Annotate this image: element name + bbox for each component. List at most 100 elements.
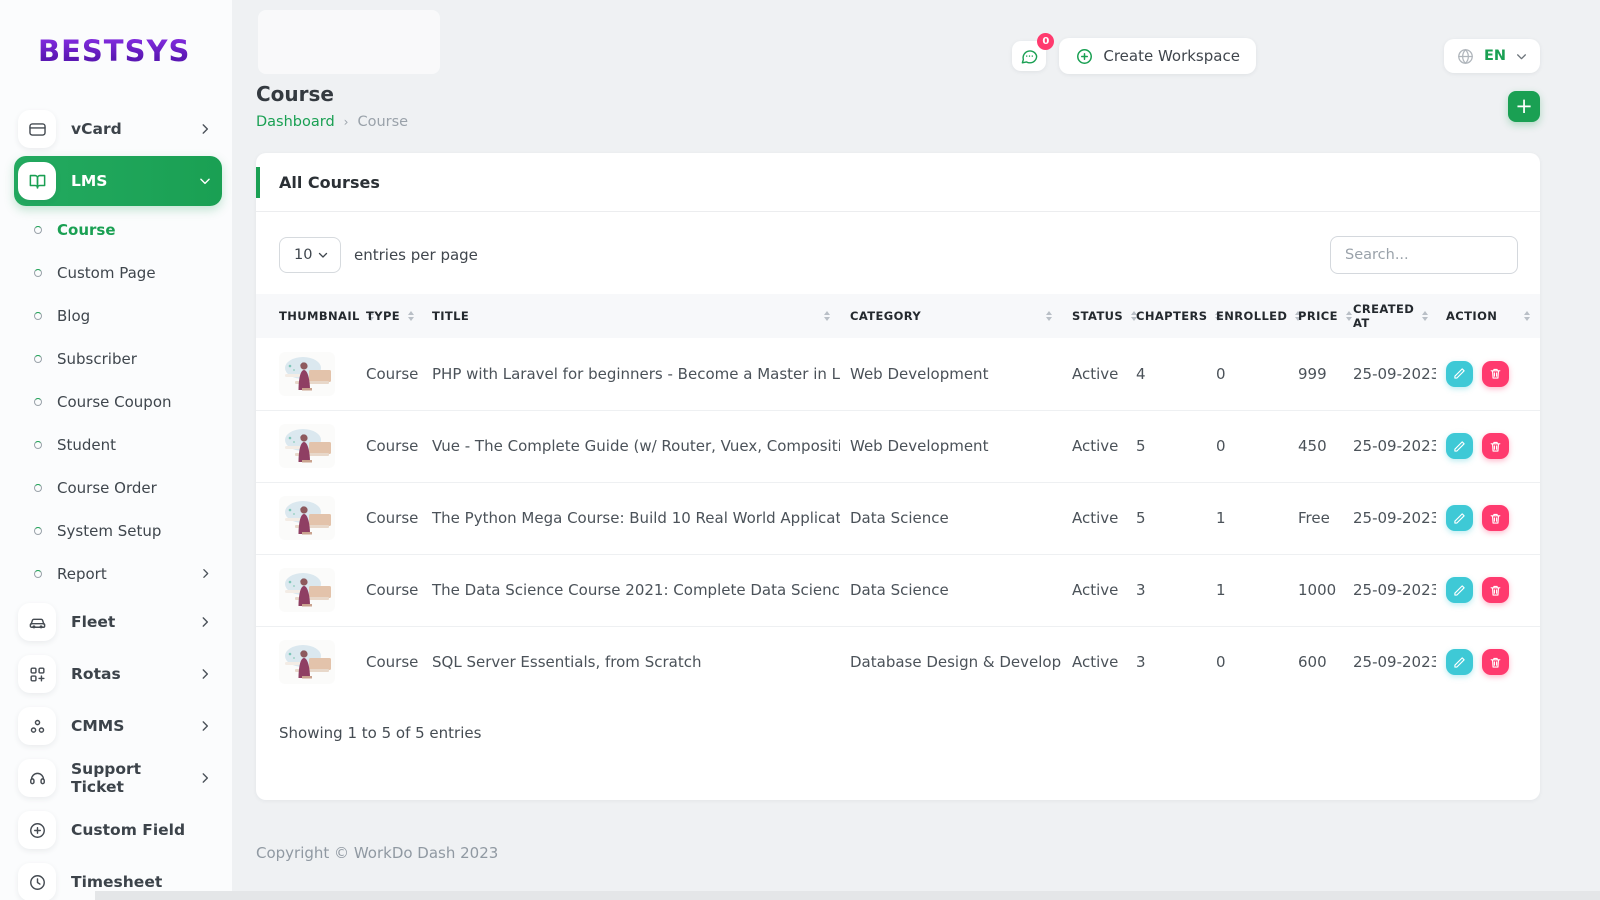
sort-icon bbox=[1046, 311, 1052, 321]
thumbnail-cell bbox=[256, 553, 356, 626]
sidebar-item-course-coupon[interactable]: Course Coupon bbox=[0, 380, 212, 423]
sidebar-item-label: Custom Field bbox=[71, 821, 186, 839]
add-course-button[interactable]: + bbox=[1508, 90, 1540, 122]
trash-icon bbox=[1490, 513, 1501, 524]
breadcrumb-current: Course bbox=[357, 114, 409, 130]
edit-button[interactable] bbox=[1446, 433, 1473, 459]
status-cell: Active bbox=[1072, 364, 1119, 383]
column-header-thumbnail[interactable]: Thumbnail bbox=[256, 294, 374, 338]
column-header-title[interactable]: Title bbox=[422, 294, 840, 338]
delete-button[interactable] bbox=[1482, 433, 1509, 459]
edit-button[interactable] bbox=[1446, 360, 1473, 387]
delete-button[interactable] bbox=[1482, 577, 1509, 603]
column-header-action[interactable]: Action bbox=[1436, 294, 1540, 338]
create-workspace-label: Create Workspace bbox=[1103, 47, 1240, 65]
delete-button[interactable] bbox=[1482, 649, 1509, 676]
created-at-cell: 25-09-2023 bbox=[1343, 625, 1436, 698]
sidebar-item-custom-field[interactable]: Custom Field bbox=[14, 805, 222, 855]
column-header-type[interactable]: Type bbox=[356, 294, 422, 338]
courses-card: All Courses 10 entries per page Thumbnai… bbox=[256, 153, 1540, 800]
sidebar-item-blog[interactable]: Blog bbox=[0, 294, 212, 337]
sidebar-item-label: CMMS bbox=[71, 717, 125, 735]
pencil-icon bbox=[1454, 584, 1465, 596]
sidebar-item-course[interactable]: Course bbox=[0, 208, 212, 251]
trash-icon bbox=[1490, 441, 1501, 452]
sidebar-item-subscriber[interactable]: Subscriber bbox=[0, 337, 212, 380]
chevron-down-icon bbox=[318, 252, 328, 258]
headset-icon bbox=[18, 759, 56, 797]
header-placeholder bbox=[258, 10, 440, 74]
sidebar-item-rotas[interactable]: Rotas bbox=[14, 649, 222, 699]
sort-icon bbox=[408, 311, 415, 321]
category-cell: Web Development bbox=[850, 364, 989, 383]
search-input[interactable] bbox=[1330, 236, 1518, 274]
entries-per-page-select[interactable]: 10 bbox=[279, 237, 341, 273]
created-at-cell: 25-09-2023 bbox=[1343, 481, 1436, 554]
table-row: Course The Python Mega Course: Build 10 … bbox=[256, 481, 1540, 554]
bullet-icon bbox=[34, 526, 42, 535]
trash-icon bbox=[1490, 369, 1501, 379]
edit-button[interactable] bbox=[1446, 649, 1473, 676]
status-cell: Active bbox=[1062, 625, 1126, 698]
thumbnail-cell bbox=[256, 625, 356, 698]
action-cell bbox=[1436, 625, 1540, 698]
sidebar-item-label: Report bbox=[57, 564, 107, 583]
sidebar-item-cmms[interactable]: CMMS bbox=[14, 701, 222, 751]
bullet-icon bbox=[34, 569, 42, 578]
table-row: Course Vue - The Complete Guide (w/ Rout… bbox=[256, 409, 1540, 482]
type-cell: Course bbox=[356, 481, 422, 554]
sidebar-item-report[interactable]: Report bbox=[0, 552, 212, 595]
price-cell: 999 bbox=[1298, 364, 1327, 383]
courses-table: Thumbnail Type Title Category Status Cha… bbox=[256, 294, 1540, 698]
footer-copyright: Copyright © WorkDo Dash 2023 bbox=[256, 844, 499, 862]
chapters-cell: 3 bbox=[1126, 553, 1206, 626]
category-cell: Data Science bbox=[840, 553, 1062, 626]
sidebar-item-custom-page[interactable]: Custom Page bbox=[0, 251, 212, 294]
sidebar-item-student[interactable]: Student bbox=[0, 423, 212, 466]
sidebar: BESTSYS vCard LMS Course Custom Page Blo… bbox=[0, 0, 232, 900]
column-header-created-at[interactable]: Created At bbox=[1343, 294, 1436, 338]
category-cell: Web Development bbox=[840, 409, 1062, 482]
horizontal-scrollbar[interactable] bbox=[95, 891, 1600, 900]
column-header-status[interactable]: Status bbox=[1062, 294, 1138, 338]
create-workspace-button[interactable]: Create Workspace bbox=[1059, 38, 1256, 74]
column-header-enrolled[interactable]: Enrolled bbox=[1206, 294, 1302, 338]
sidebar-item-label: LMS bbox=[71, 172, 108, 190]
edit-button[interactable] bbox=[1446, 505, 1473, 531]
table-row: Course The Data Science Course 2021: Com… bbox=[256, 553, 1540, 626]
language-code: EN bbox=[1483, 48, 1506, 64]
entries-per-page-value: 10 bbox=[294, 247, 313, 263]
breadcrumb-dashboard-link[interactable]: Dashboard bbox=[256, 114, 335, 130]
sidebar-item-fleet[interactable]: Fleet bbox=[14, 597, 222, 647]
chevron-right-icon bbox=[198, 771, 212, 785]
table-row: Course PHP with Laravel for beginners - … bbox=[256, 338, 1540, 410]
bullet-icon bbox=[34, 483, 42, 492]
nodes-icon bbox=[18, 707, 56, 745]
sidebar-item-label: vCard bbox=[71, 120, 122, 138]
chapters-cell: 3 bbox=[1126, 625, 1206, 698]
price-cell: 1000 bbox=[1288, 553, 1343, 626]
price-cell: 450 bbox=[1288, 409, 1343, 482]
bullet-icon bbox=[34, 268, 42, 277]
sidebar-item-course-order[interactable]: Course Order bbox=[0, 466, 212, 509]
messages-button[interactable]: 0 bbox=[1012, 33, 1055, 71]
enrolled-cell: 1 bbox=[1206, 481, 1288, 554]
column-header-category[interactable]: Category bbox=[840, 294, 1062, 338]
sidebar-item-support-ticket[interactable]: Support Ticket bbox=[14, 753, 222, 803]
sidebar-item-label: Rotas bbox=[71, 665, 121, 683]
edit-button[interactable] bbox=[1446, 577, 1473, 603]
sidebar-item-label: Custom Page bbox=[57, 263, 156, 282]
sidebar-item-system-setup[interactable]: System Setup bbox=[0, 509, 212, 552]
delete-button[interactable] bbox=[1482, 505, 1509, 531]
card-title: All Courses bbox=[279, 172, 380, 192]
delete-button[interactable] bbox=[1482, 360, 1509, 387]
brand-logo[interactable]: BESTSYS bbox=[38, 34, 232, 68]
created-at-cell: 25-09-2023 bbox=[1343, 409, 1436, 482]
sidebar-item-label: Course bbox=[57, 220, 116, 239]
sidebar-item-vcard[interactable]: vCard bbox=[14, 104, 222, 154]
status-cell: Active bbox=[1062, 481, 1126, 554]
enrolled-cell: 0 bbox=[1216, 364, 1226, 383]
language-selector[interactable]: EN bbox=[1443, 39, 1540, 73]
sidebar-item-lms[interactable]: LMS bbox=[14, 156, 222, 206]
column-header-chapters[interactable]: Chapters bbox=[1126, 294, 1222, 338]
